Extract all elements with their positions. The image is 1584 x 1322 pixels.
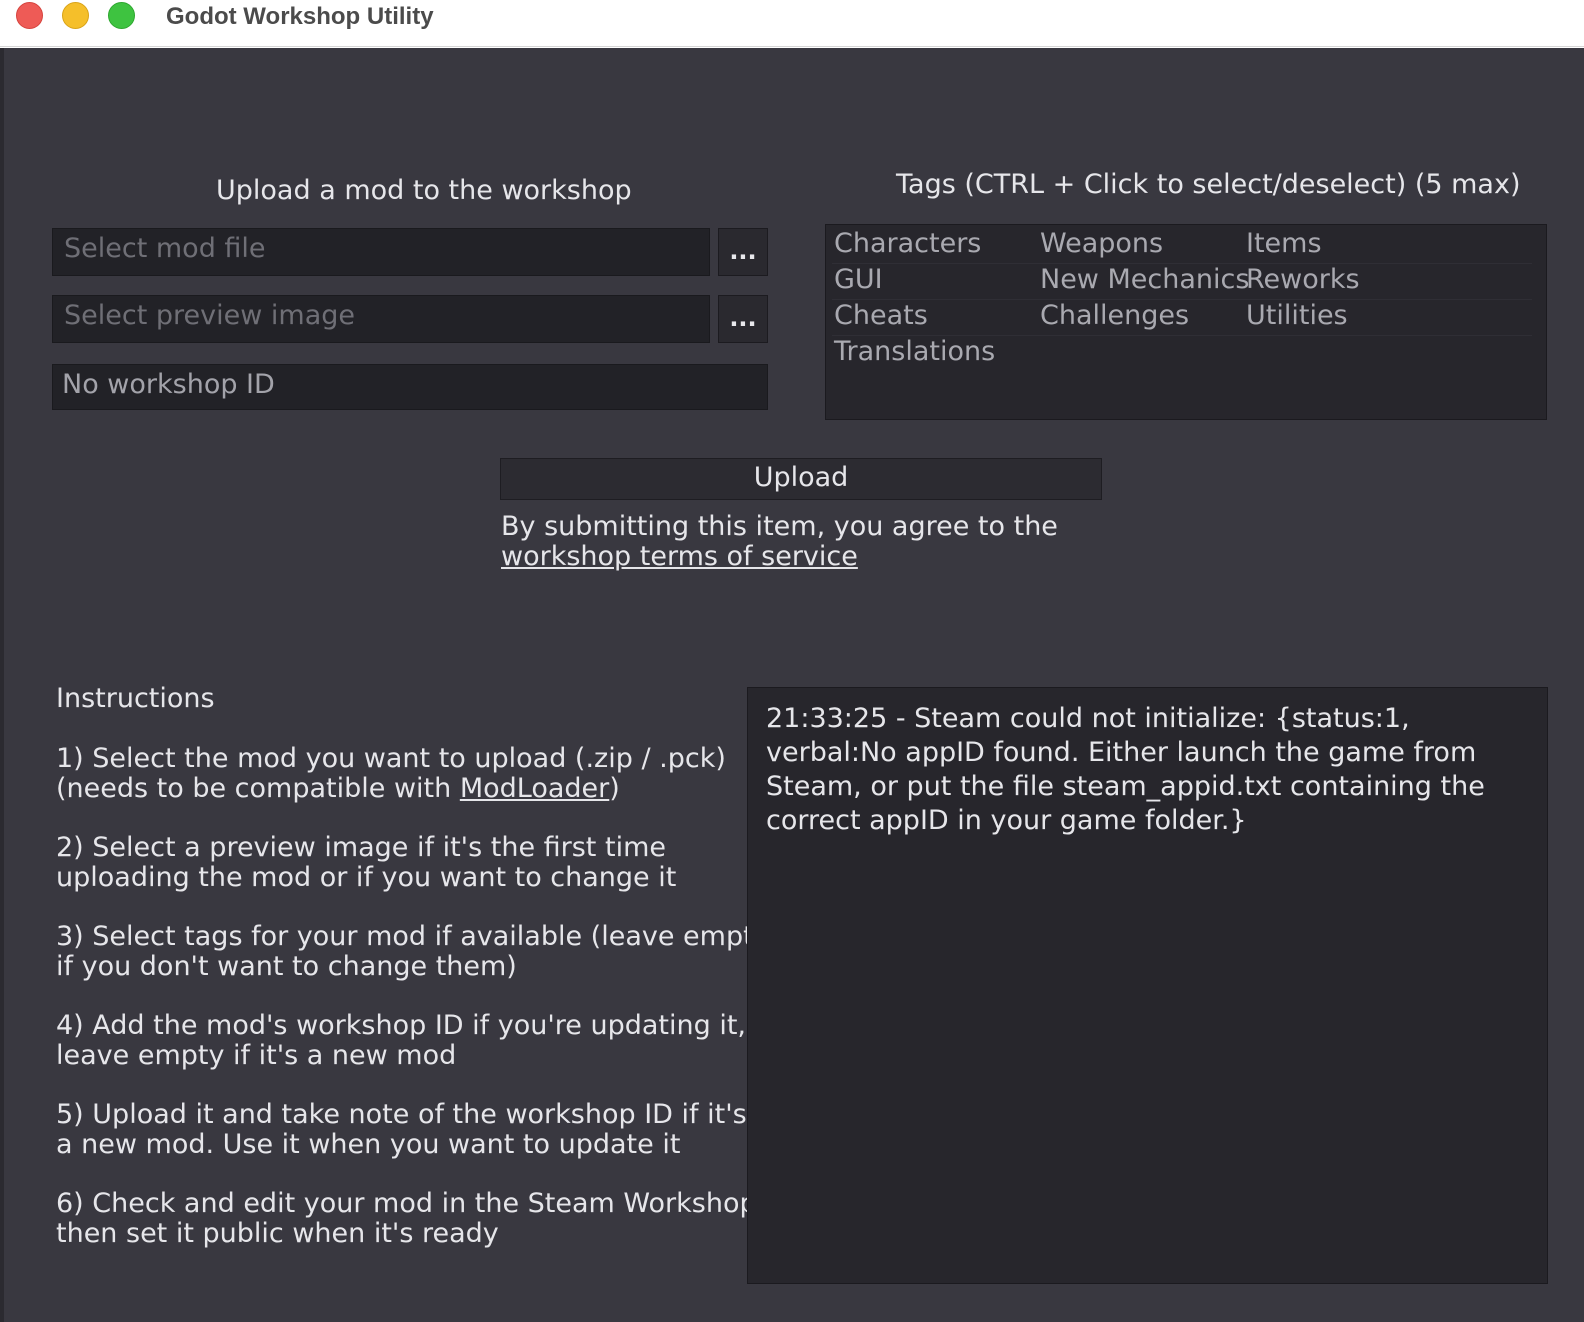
browse-mod-file-button[interactable]: ... [718, 228, 768, 276]
instruction-step-3-cont: if you don't want to change them) [56, 951, 517, 982]
tag-item[interactable]: Challenges [1040, 299, 1189, 333]
tags-list[interactable]: Characters Weapons Items GUI New Mechani… [825, 224, 1547, 420]
instruction-step-6: 6) Check and edit your mod in the Steam … [56, 1188, 766, 1219]
instruction-step-2: 2) Select a preview image if it's the fi… [56, 832, 666, 863]
tag-item[interactable]: New Mechanics [1040, 263, 1249, 297]
instructions-panel: Instructions 1) Select the mod you want … [56, 683, 770, 1249]
upload-heading: Upload a mod to the workshop [216, 175, 632, 206]
tos-link[interactable]: workshop terms of service [501, 541, 858, 572]
tag-item[interactable]: Cheats [834, 299, 928, 333]
main-panel: Upload a mod to the workshop Select mod … [0, 48, 1584, 1322]
window-title: Godot Workshop Utility [166, 3, 434, 30]
tag-item[interactable]: Reworks [1246, 263, 1360, 297]
minimize-window-button[interactable] [62, 2, 89, 29]
instruction-step-5-cont: a new mod. Use it when you want to updat… [56, 1129, 681, 1160]
tag-item[interactable]: Translations [834, 335, 995, 369]
mod-file-input[interactable]: Select mod file [52, 228, 710, 276]
instruction-step-4: 4) Add the mod's workshop ID if you're u… [56, 1010, 747, 1041]
instruction-step-2-cont: uploading the mod or if you want to chan… [56, 862, 677, 893]
workshop-id-input[interactable]: No workshop ID [52, 364, 768, 410]
tag-item[interactable]: GUI [834, 263, 883, 297]
tags-heading: Tags (CTRL + Click to select/deselect) (… [896, 169, 1521, 200]
title-bar: Godot Workshop Utility [0, 0, 1584, 47]
instruction-step-3: 3) Select tags for your mod if available… [56, 921, 770, 952]
instruction-step-5: 5) Upload it and take note of the worksh… [56, 1099, 747, 1130]
preview-image-input[interactable]: Select preview image [52, 295, 710, 343]
instruction-step-1: 1) Select the mod you want to upload (.z… [56, 743, 726, 774]
instructions-title: Instructions [56, 683, 215, 714]
tag-item[interactable]: Items [1246, 227, 1322, 261]
tos-text: By submitting this item, you agree to th… [501, 511, 1058, 542]
modloader-link[interactable]: ModLoader [460, 773, 609, 804]
instruction-step-4-cont: leave empty if it's a new mod [56, 1040, 457, 1071]
close-window-button[interactable] [16, 2, 43, 29]
zoom-window-button[interactable] [108, 2, 135, 29]
tos-notice: By submitting this item, you agree to th… [501, 512, 1058, 572]
browse-preview-image-button[interactable]: ... [718, 295, 768, 343]
log-output[interactable]: 21:33:25 - Steam could not initialize: {… [747, 687, 1548, 1284]
upload-button[interactable]: Upload [500, 458, 1102, 500]
instruction-step-6-cont: then set it public when it's ready [56, 1218, 499, 1249]
tag-item[interactable]: Utilities [1246, 299, 1348, 333]
tag-item[interactable]: Weapons [1040, 227, 1163, 261]
tag-item[interactable]: Characters [834, 227, 981, 261]
instruction-step-1-cont: (needs to be compatible with ModLoader) [56, 773, 620, 804]
app-window: Godot Workshop Utility Upload a mod to t… [0, 0, 1584, 1322]
